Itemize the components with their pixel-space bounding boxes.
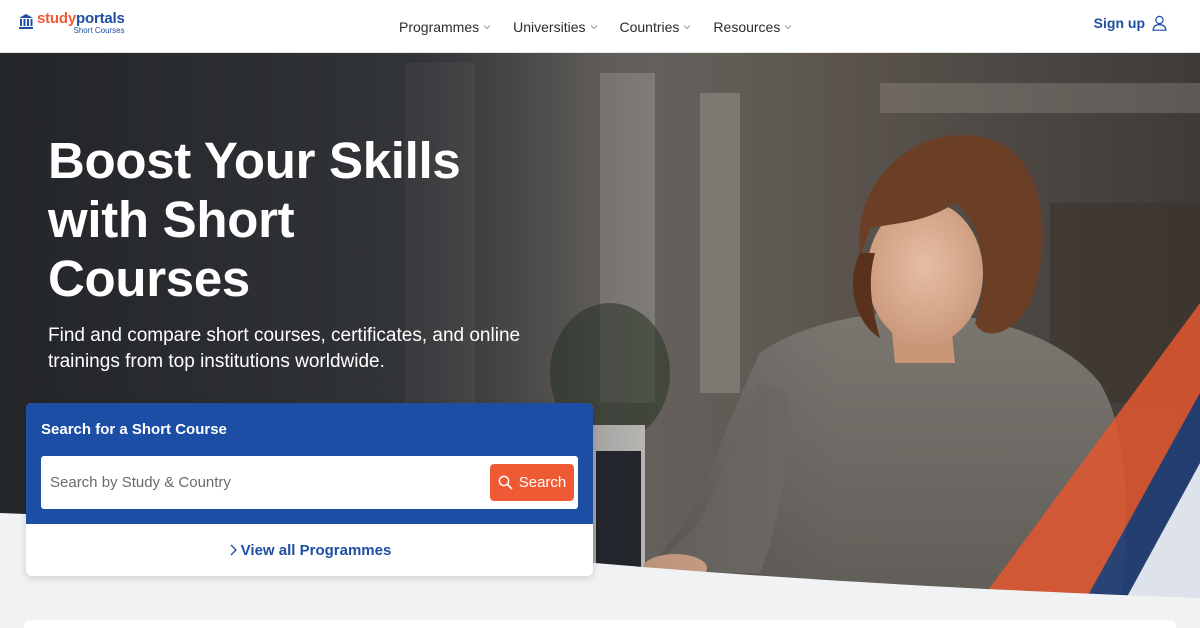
search-card: Search for a Short Course Search View al… <box>26 403 593 576</box>
view-all-programmes-label: View all Programmes <box>240 541 392 559</box>
user-icon <box>1152 15 1167 31</box>
nav-resources[interactable]: Resources <box>713 19 792 35</box>
search-input[interactable] <box>50 456 470 509</box>
nav-countries-label: Countries <box>619 18 680 35</box>
sign-up-label: Sign up <box>1093 15 1145 31</box>
nav-programmes[interactable]: Programmes <box>399 19 491 35</box>
main-nav: Programmes Universities Countries Resour… <box>399 0 814 53</box>
hero-title-line-2: with Short <box>48 191 295 248</box>
nav-resources-label: Resources <box>713 18 781 35</box>
studyportals-logo[interactable]: studyportals Short Courses <box>18 11 125 35</box>
view-all-programmes-link[interactable]: View all Programmes <box>26 524 593 576</box>
hero-subtitle: Find and compare short courses, certific… <box>48 323 568 375</box>
chevron-down-icon <box>590 24 597 29</box>
chevron-right-icon <box>230 544 237 556</box>
nav-countries[interactable]: Countries <box>620 19 692 35</box>
search-heading: Search for a Short Course <box>41 421 227 438</box>
chevron-down-icon <box>784 24 792 29</box>
nav-universities[interactable]: Universities <box>513 19 597 35</box>
hero-title-line-1: Boost Your Skills <box>48 132 461 189</box>
logo-subtitle: Short Courses <box>73 26 125 35</box>
search-box: Search <box>41 456 578 509</box>
chevron-down-icon <box>483 24 491 29</box>
top-navigation-bar: studyportals Short Courses Programmes Un… <box>0 0 1200 53</box>
search-button[interactable]: Search <box>490 464 574 501</box>
search-panel: Search for a Short Course Search <box>26 403 593 524</box>
nav-programmes-label: Programmes <box>399 18 480 35</box>
hero-subtitle-line-2: trainings from top institutions worldwid… <box>48 351 385 372</box>
sign-up-link[interactable]: Sign up <box>1094 15 1167 31</box>
logo-text-portals: portals <box>76 10 125 27</box>
hero-title: Boost Your Skills with Short Courses <box>48 131 508 308</box>
search-icon <box>498 475 513 490</box>
content-card-top-edge <box>24 620 1176 628</box>
chevron-down-icon <box>684 24 691 29</box>
institution-icon <box>19 14 33 29</box>
hero-title-line-3: Courses <box>48 250 250 307</box>
search-button-label: Search <box>518 474 567 491</box>
nav-universities-label: Universities <box>513 18 586 35</box>
logo-text-study: study <box>37 10 77 27</box>
hero-subtitle-line-1: Find and compare short courses, certific… <box>48 325 521 346</box>
